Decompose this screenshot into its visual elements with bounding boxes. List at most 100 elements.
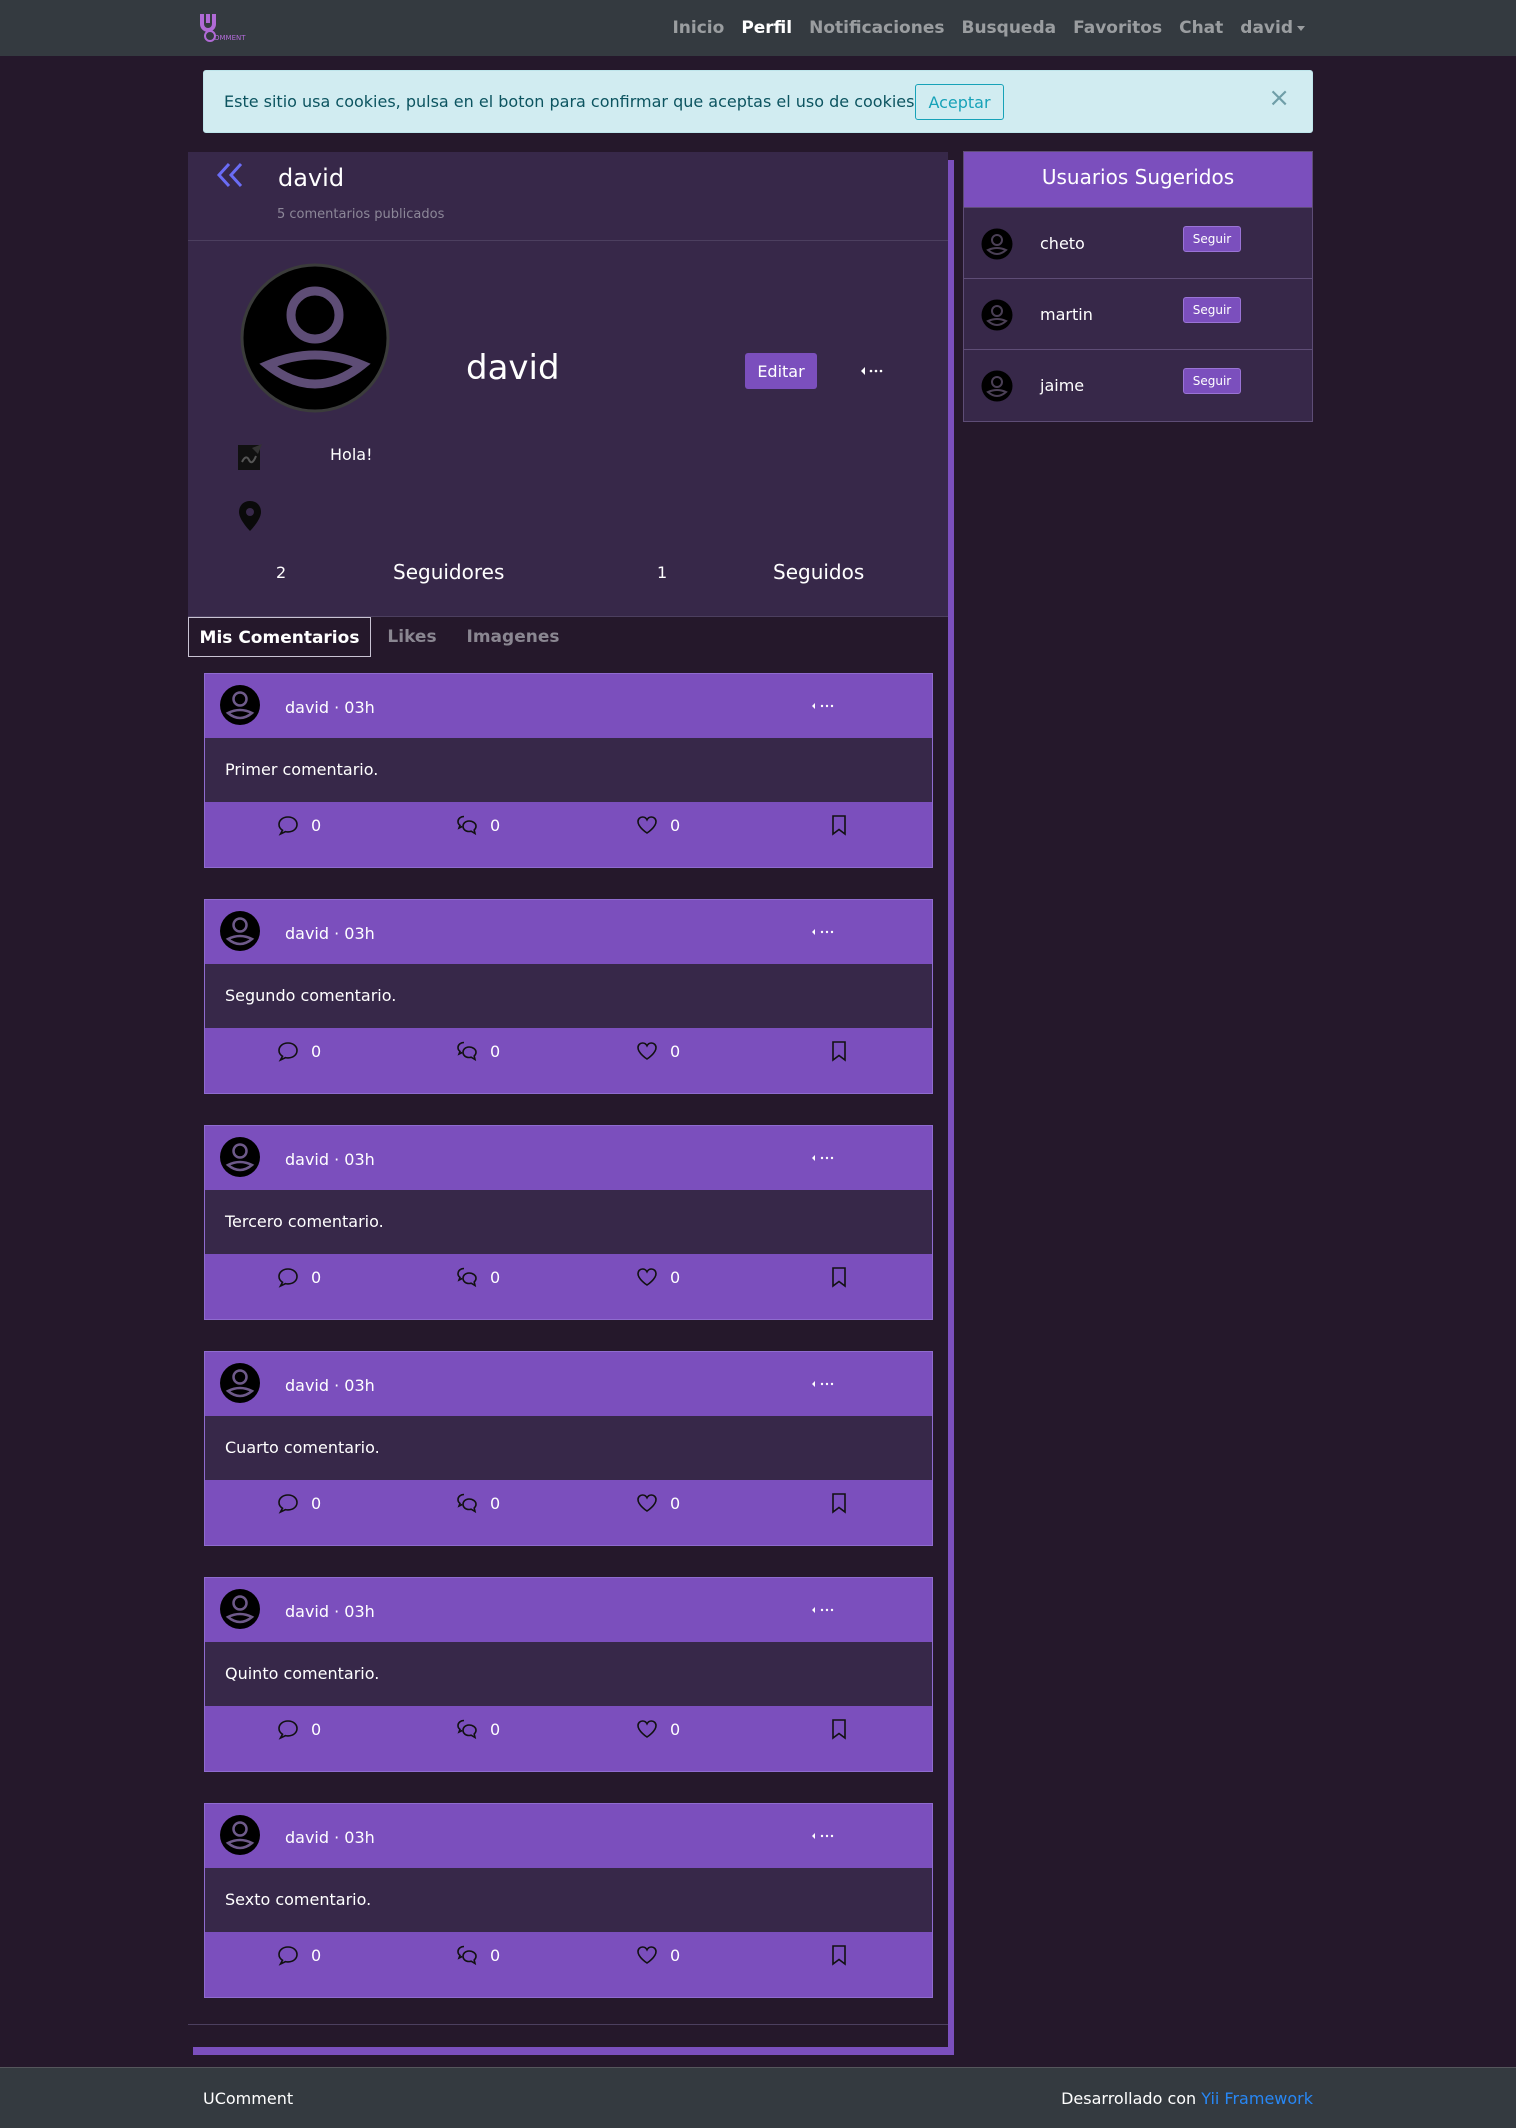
like-button[interactable]: 0 [636, 1040, 680, 1062]
reply-button[interactable]: 0 [277, 1266, 321, 1288]
bookmark-button[interactable] [828, 1718, 850, 1740]
speech-bubble-icon [278, 1720, 298, 1740]
quote-button[interactable]: 0 [456, 1040, 500, 1062]
comment-author[interactable]: david · 03h [285, 924, 375, 943]
like-button[interactable]: 0 [636, 1492, 680, 1514]
reply-count: 0 [311, 1267, 322, 1287]
more-options-icon[interactable] [811, 1830, 837, 1842]
bookmark-icon [832, 1945, 846, 1966]
double-chevron-left-icon[interactable] [215, 160, 245, 190]
comment-author[interactable]: david · 03h [285, 698, 375, 717]
nav-favoritos[interactable]: Favoritos [1073, 18, 1162, 38]
quote-button[interactable]: 0 [456, 814, 500, 836]
like-count: 0 [670, 1719, 681, 1739]
follow-button[interactable]: Seguir [1183, 226, 1241, 252]
comment-author[interactable]: david · 03h [285, 1602, 375, 1621]
suggested-user-name[interactable]: jaime [1040, 376, 1084, 395]
signature-icon [238, 444, 262, 470]
avatar[interactable] [981, 370, 1013, 402]
avatar[interactable] [981, 228, 1013, 260]
follow-button[interactable]: Seguir [1183, 368, 1241, 394]
tab-likes[interactable]: Likes [382, 617, 442, 657]
nav-chat[interactable]: Chat [1179, 18, 1223, 38]
like-button[interactable]: 0 [636, 1266, 680, 1288]
reply-count: 0 [311, 815, 322, 835]
quote-button[interactable]: 0 [456, 1718, 500, 1740]
comment-card: david · 03h Cuarto comentario. 0 0 0 [204, 1351, 933, 1546]
bookmark-button[interactable] [828, 1040, 850, 1062]
suggested-users-panel: Usuarios Sugeridos cheto Seguir martin S… [963, 151, 1313, 422]
comment-item: david · 03h Primer comentario. 0 0 0 [188, 668, 948, 895]
bookmark-button[interactable] [828, 1944, 850, 1966]
avatar[interactable] [981, 299, 1013, 331]
reply-button[interactable]: 0 [277, 814, 321, 836]
heart-icon [637, 1946, 657, 1964]
followers-count[interactable]: 2 [276, 563, 286, 582]
suggested-user-name[interactable]: martin [1040, 305, 1093, 324]
suggested-user-row: martin Seguir [964, 278, 1312, 350]
followers-label[interactable]: Seguidores [393, 560, 504, 584]
avatar[interactable] [219, 1588, 261, 1630]
bookmark-button[interactable] [828, 1492, 850, 1514]
comment-author[interactable]: david · 03h [285, 1376, 375, 1395]
avatar[interactable] [219, 684, 261, 726]
ucomment-logo-icon[interactable]: OMMENT [200, 10, 256, 46]
footer: UComment Desarrollado con Yii Framework [0, 2067, 1516, 2128]
heart-icon [637, 1268, 657, 1286]
nav-inicio[interactable]: Inicio [672, 18, 724, 38]
following-label[interactable]: Seguidos [773, 560, 864, 584]
reply-button[interactable]: 0 [277, 1718, 321, 1740]
comment-card: david · 03h Quinto comentario. 0 0 0 [204, 1577, 933, 1772]
avatar[interactable] [219, 910, 261, 952]
yii-framework-link[interactable]: Yii Framework [1201, 2089, 1313, 2108]
nav-busqueda[interactable]: Busqueda [961, 18, 1056, 38]
comment-author[interactable]: david · 03h [285, 1150, 375, 1169]
reply-button[interactable]: 0 [277, 1040, 321, 1062]
speech-bubble-icon [278, 1946, 298, 1966]
header-username: david [278, 164, 345, 192]
quote-count: 0 [490, 1945, 501, 1965]
quote-button[interactable]: 0 [456, 1492, 500, 1514]
quote-button[interactable]: 0 [456, 1266, 500, 1288]
profile-bio: Hola! [330, 445, 373, 464]
bookmark-button[interactable] [828, 1266, 850, 1288]
reply-button[interactable]: 0 [277, 1944, 321, 1966]
avatar[interactable] [219, 1362, 261, 1404]
tab-imagenes[interactable]: Imagenes [462, 617, 564, 657]
heart-icon [637, 1042, 657, 1060]
nav-notificaciones[interactable]: Notificaciones [809, 18, 944, 38]
reply-count: 0 [311, 1493, 322, 1513]
more-options-icon[interactable] [811, 700, 837, 712]
reply-count: 0 [311, 1719, 322, 1739]
more-options-icon[interactable] [811, 926, 837, 938]
accept-cookies-button[interactable]: Aceptar [915, 84, 1004, 120]
more-options-icon[interactable] [811, 1152, 837, 1164]
bookmark-button[interactable] [828, 814, 850, 836]
avatar[interactable] [219, 1814, 261, 1856]
follow-button[interactable]: Seguir [1183, 297, 1241, 323]
close-icon[interactable]: × [1268, 83, 1290, 113]
edit-profile-button[interactable]: Editar [745, 353, 817, 389]
comment-text: Sexto comentario. [225, 1890, 372, 1909]
more-options-icon[interactable] [811, 1604, 837, 1616]
like-button[interactable]: 0 [636, 1718, 680, 1740]
speech-bubble-icon [278, 1268, 298, 1288]
reply-button[interactable]: 0 [277, 1492, 321, 1514]
avatar[interactable] [219, 1136, 261, 1178]
comment-text: Segundo comentario. [225, 986, 397, 1005]
tab-mis-comentarios[interactable]: Mis Comentarios [188, 617, 371, 657]
more-options-icon[interactable] [860, 364, 884, 378]
more-options-icon[interactable] [811, 1378, 837, 1390]
quote-button[interactable]: 0 [456, 1944, 500, 1966]
speech-bubble-icon [278, 816, 298, 836]
chat-bubbles-icon [457, 1041, 477, 1062]
divider [188, 240, 948, 241]
like-button[interactable]: 0 [636, 814, 680, 836]
nav-perfil[interactable]: Perfil [741, 18, 792, 38]
like-button[interactable]: 0 [636, 1944, 680, 1966]
comment-item: david · 03h Quinto comentario. 0 0 0 [188, 1572, 948, 1799]
nav-user-dropdown[interactable]: david [1240, 18, 1305, 38]
comment-author[interactable]: david · 03h [285, 1828, 375, 1847]
following-count[interactable]: 1 [657, 563, 667, 582]
suggested-user-name[interactable]: cheto [1040, 234, 1085, 253]
